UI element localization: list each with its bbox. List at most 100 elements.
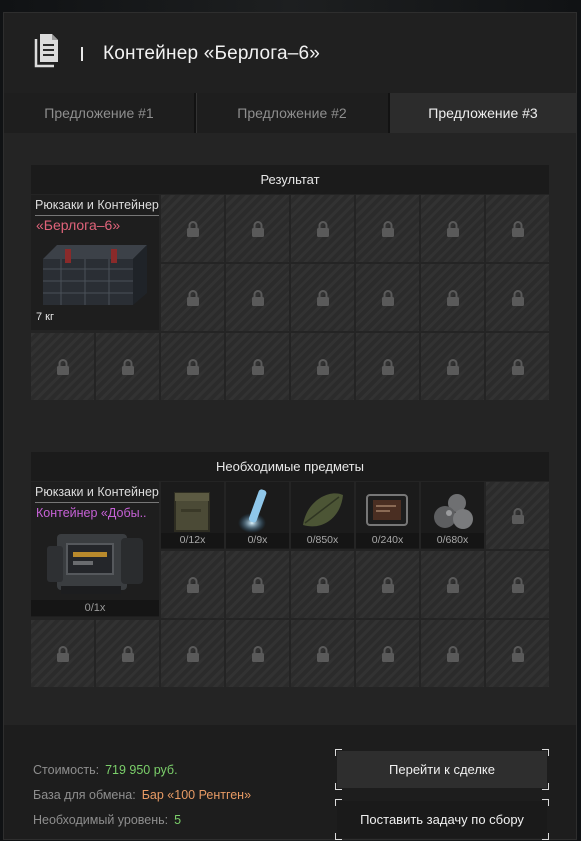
- header-separator: [81, 47, 83, 61]
- lock-icon: [447, 221, 459, 237]
- required-item-count: 0/240x: [356, 533, 419, 548]
- lock-icon: [252, 577, 264, 593]
- cost-label: Стоимость:: [33, 763, 100, 777]
- locked-slot: [291, 620, 354, 687]
- lock-icon: [317, 221, 329, 237]
- crafting-window: Контейнер «Берлога–6» Предложение #1 Пре…: [3, 12, 577, 840]
- required-main-item-card[interactable]: Рюкзаки и Контейнеры Контейнер «Добы.. 0…: [31, 482, 159, 617]
- lock-icon: [187, 221, 199, 237]
- locked-slot: [96, 620, 159, 687]
- locked-slot: [356, 551, 419, 618]
- required-main-item-category: Рюкзаки и Контейнеры: [35, 485, 159, 499]
- locked-slot: [356, 195, 419, 262]
- lock-icon: [447, 290, 459, 306]
- locked-slot: [31, 620, 94, 687]
- lock-icon: [512, 508, 524, 524]
- tab-offer-3[interactable]: Предложение #3: [390, 93, 576, 133]
- tab-offer-2[interactable]: Предложение #2: [196, 93, 387, 133]
- lock-icon: [447, 577, 459, 593]
- locked-slot: [291, 333, 354, 400]
- set-collection-task-button[interactable]: Поставить задачу по сбору: [335, 799, 549, 840]
- lock-icon: [252, 290, 264, 306]
- container-crate-icon: [43, 245, 147, 305]
- locked-slot: [226, 333, 289, 400]
- result-item-name: «Берлога–6»: [36, 217, 121, 233]
- locked-slot: [486, 264, 549, 331]
- locked-slot: [161, 195, 224, 262]
- lock-icon: [57, 646, 69, 662]
- locked-slot: [421, 264, 484, 331]
- lock-icon: [512, 646, 524, 662]
- required-item-slot[interactable]: 0/12x: [161, 482, 224, 549]
- lock-icon: [317, 290, 329, 306]
- tablet-device-icon: [366, 494, 408, 526]
- lock-icon: [122, 359, 134, 375]
- divider: [35, 502, 159, 503]
- locked-slot: [356, 333, 419, 400]
- lock-icon: [187, 359, 199, 375]
- locked-slot: [486, 551, 549, 618]
- lock-icon: [447, 359, 459, 375]
- lock-icon: [382, 359, 394, 375]
- lock-icon: [382, 221, 394, 237]
- result-item-category: Рюкзаки и Контейнеры: [35, 198, 159, 212]
- lock-icon: [187, 577, 199, 593]
- set-collection-task-label: Поставить задачу по сбору: [360, 812, 524, 827]
- leaf-icon: [303, 493, 343, 527]
- lock-icon: [382, 290, 394, 306]
- grey-stones-icon: [434, 494, 473, 529]
- lock-icon: [252, 359, 264, 375]
- locked-slot: [161, 333, 224, 400]
- window-header: Контейнер «Берлога–6»: [4, 13, 576, 93]
- required-item-slot[interactable]: 0/240x: [356, 482, 419, 549]
- base-value: Бар «100 Рентген»: [141, 788, 252, 802]
- offer-tabs: Предложение #1 Предложение #2 Предложени…: [4, 93, 576, 133]
- lock-icon: [122, 646, 134, 662]
- cost-value: 719 950 руб.: [105, 763, 178, 777]
- locked-slot: [486, 195, 549, 262]
- go-to-deal-button[interactable]: Перейти к сделке: [335, 749, 549, 790]
- required-item-count: 0/9x: [226, 533, 289, 548]
- lock-icon: [512, 577, 524, 593]
- tab-offer-1[interactable]: Предложение #1: [4, 93, 194, 133]
- lock-icon: [512, 221, 524, 237]
- loot-container-icon: [47, 534, 143, 594]
- base-row: База для обмена: Бар «100 Рентген»: [33, 788, 251, 802]
- result-item-card[interactable]: Рюкзаки и Контейнеры «Берлога–6» 7 кг: [31, 195, 159, 330]
- locked-slot: [421, 333, 484, 400]
- required-panel-title: Необходимые предметы: [31, 452, 549, 481]
- lock-icon: [187, 290, 199, 306]
- locked-slot: [226, 195, 289, 262]
- locked-slot: [291, 195, 354, 262]
- lock-icon: [317, 646, 329, 662]
- window-title: Контейнер «Берлога–6»: [103, 43, 321, 64]
- lock-icon: [317, 359, 329, 375]
- lock-icon: [382, 646, 394, 662]
- locked-slot: [96, 333, 159, 400]
- locked-slot: [226, 264, 289, 331]
- required-item-slot[interactable]: 0/850x: [291, 482, 354, 549]
- locked-slot: [161, 620, 224, 687]
- locked-slot: [161, 264, 224, 331]
- locked-slot: [421, 551, 484, 618]
- locked-slot: [161, 551, 224, 618]
- lock-icon: [512, 359, 524, 375]
- required-item-slot[interactable]: 0/680x: [421, 482, 484, 549]
- locked-slot: [356, 264, 419, 331]
- required-main-item-count: 0/1x: [31, 600, 159, 616]
- lock-icon: [512, 290, 524, 306]
- locked-slot: [486, 620, 549, 687]
- locked-slot: [421, 620, 484, 687]
- locked-slot: [291, 264, 354, 331]
- locked-slot: [486, 333, 549, 400]
- lock-icon: [382, 577, 394, 593]
- base-label: База для обмена:: [33, 788, 136, 802]
- lock-icon: [57, 359, 69, 375]
- level-label: Необходимый уровень:: [33, 813, 169, 827]
- lock-icon: [187, 646, 199, 662]
- lock-icon: [317, 577, 329, 593]
- lock-icon: [252, 646, 264, 662]
- required-item-slot[interactable]: 0/9x: [226, 482, 289, 549]
- offer-footer: Стоимость: 719 950 руб. База для обмена: Б…: [4, 725, 576, 840]
- level-value: 5: [174, 813, 182, 827]
